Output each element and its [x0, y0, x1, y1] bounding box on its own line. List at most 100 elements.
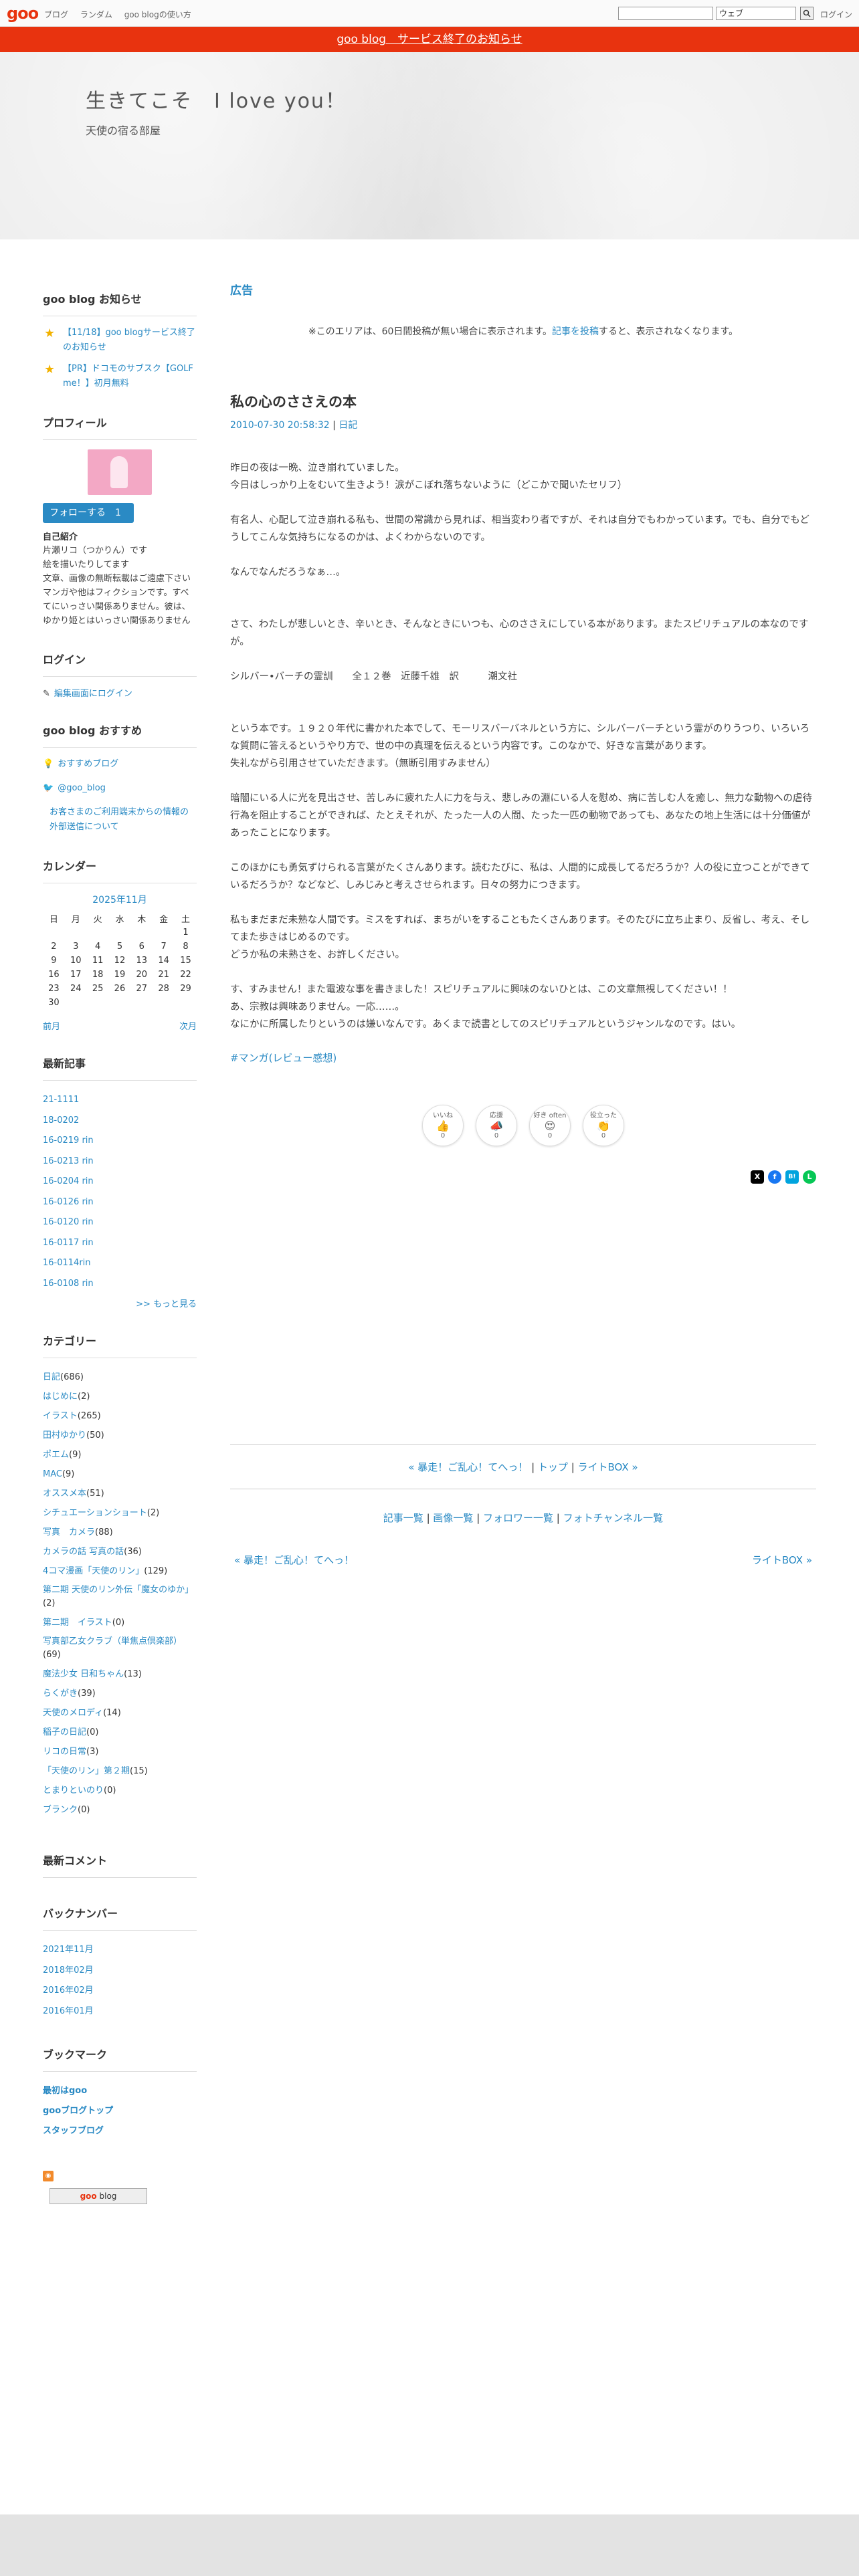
follower-list-link[interactable]: フォロワー一覧: [483, 1512, 553, 1524]
pager-top-link[interactable]: トップ: [538, 1461, 568, 1473]
backnumber-link[interactable]: 2016年02月: [43, 1985, 94, 1996]
category-link[interactable]: らくがき: [43, 1689, 78, 1699]
search-scope-select[interactable]: ウェブ: [716, 7, 796, 20]
blog-title[interactable]: 生きてこそ I love you！: [86, 84, 347, 114]
x-share-icon[interactable]: X: [751, 1170, 764, 1184]
calendar-day: 13: [136, 956, 148, 966]
recent-entry-link[interactable]: 16-0117 rin: [43, 1238, 94, 1248]
category-link[interactable]: イラスト: [43, 1411, 78, 1421]
nav-blog-link[interactable]: ブログ: [44, 10, 68, 19]
recommend-link[interactable]: お客さまのご利用端末からの情報の外部送信について: [50, 807, 189, 832]
bookmark-link[interactable]: gooブログトップ: [43, 2106, 113, 2116]
reaction-love-button[interactable]: 好き often 😍 0: [529, 1105, 571, 1146]
recent-entry-link[interactable]: 16-0114rin: [43, 1258, 91, 1268]
backnumber-link[interactable]: 2016年01月: [43, 2006, 94, 2016]
category-link[interactable]: 「天使のリン」第２期: [43, 1766, 130, 1776]
rss-icon[interactable]: ◉: [43, 2171, 54, 2181]
hatena-share-icon[interactable]: B!: [785, 1170, 799, 1184]
reaction-count: 0: [547, 1132, 553, 1140]
category-count: (0): [104, 1786, 116, 1796]
news-link[interactable]: 【PR】ドコモのサブスク【GOLF me！】初月無料: [63, 364, 193, 389]
category-count: (9): [62, 1469, 75, 1479]
backnumber-link[interactable]: 2021年11月: [43, 1945, 94, 1955]
line-share-icon[interactable]: L: [803, 1170, 816, 1184]
weekday: 金: [159, 915, 169, 925]
category-link[interactable]: カメラの話 写真の話: [43, 1547, 124, 1557]
category-link[interactable]: 4コマ漫画「天使のリン」: [43, 1566, 144, 1576]
list-links: 記事一覧 | 画像一覧 | フォロワー一覧 | フォトチャンネル一覧: [230, 1496, 816, 1539]
category-link[interactable]: ブランク: [43, 1805, 78, 1815]
bookmark-link[interactable]: 最初はgoo: [43, 2086, 87, 2096]
photo-channel-link[interactable]: フォトチャンネル一覧: [563, 1512, 664, 1524]
recent-entry-link[interactable]: 18-0202: [43, 1115, 79, 1125]
follow-button[interactable]: フォローする 1: [43, 503, 134, 523]
calendar-section: カレンダー 2025年11月 日 月 火 水 木 金 土 1 2345678 9…: [43, 857, 197, 1032]
recent-entry-link[interactable]: 16-0213 rin: [43, 1156, 94, 1166]
recent-entry-link[interactable]: 21-1111: [43, 1095, 79, 1105]
category-link[interactable]: 第二期 イラスト: [43, 1618, 112, 1628]
recent-more-link[interactable]: >> もっと見る: [136, 1299, 197, 1309]
category-count: (129): [144, 1566, 168, 1576]
category-link[interactable]: 天使のメロディ: [43, 1708, 103, 1718]
search-input[interactable]: [618, 7, 713, 20]
recent-entry-link[interactable]: 16-0219 rin: [43, 1136, 94, 1146]
search-icon: [803, 9, 811, 17]
nav-random-link[interactable]: ランダム: [80, 10, 112, 19]
ad-note: ※このエリアは、60日間投稿が無い場合に表示されます。記事を投稿すると、表示され…: [230, 324, 816, 338]
recent-entry-link[interactable]: 16-0120 rin: [43, 1217, 94, 1227]
edit-login-link[interactable]: 編集画面にログイン: [54, 689, 132, 699]
category-link[interactable]: とまりといのり: [43, 1786, 104, 1796]
category-link[interactable]: リコの日常: [43, 1747, 86, 1757]
nav-howto-link[interactable]: goo blogの使い方: [124, 10, 191, 19]
recent-entry-link[interactable]: 16-0204 rin: [43, 1176, 94, 1186]
list-item: 16-0219 rin: [43, 1131, 197, 1152]
category-link[interactable]: はじめに: [43, 1392, 78, 1402]
next-entry-link[interactable]: ライトBOX »: [752, 1553, 812, 1567]
category-link[interactable]: 第二期 天使のリン外伝「魔女のゆか」: [43, 1585, 193, 1595]
news-link[interactable]: 【11/18】goo blogサービス終了のお知らせ: [63, 328, 195, 352]
post-entry-link[interactable]: 記事を投稿: [552, 326, 599, 337]
search-button[interactable]: [800, 7, 814, 20]
entry-list-link[interactable]: 記事一覧: [383, 1512, 423, 1524]
entry-tag-link[interactable]: #マンガ(レビュー感想): [230, 1052, 337, 1064]
list-item: 写真 カメラ(88): [43, 1523, 197, 1542]
list-item: 2016年02月: [43, 1981, 197, 2002]
facebook-share-icon[interactable]: f: [768, 1170, 781, 1184]
login-link[interactable]: ログイン: [820, 9, 852, 20]
category-link[interactable]: 稲子の日記: [43, 1727, 86, 1737]
category-link[interactable]: ポエム: [43, 1450, 69, 1460]
calendar-prev-link[interactable]: 前月: [43, 1019, 60, 1032]
pager-prev-link[interactable]: « 暴走！ご乱心！てへっ！: [408, 1461, 528, 1473]
service-end-link[interactable]: goo blog サービス終了のお知らせ: [337, 33, 522, 46]
category-link[interactable]: 写真 カメラ: [43, 1527, 95, 1537]
links-separator: |: [473, 1512, 484, 1524]
category-link[interactable]: 田村ゆかり: [43, 1430, 86, 1440]
entry-category-link[interactable]: 日記: [339, 420, 357, 431]
backnumber-link[interactable]: 2018年02月: [43, 1965, 94, 1975]
bookmark-link[interactable]: スタッフブログ: [43, 2126, 104, 2136]
reaction-helpful-button[interactable]: 役立った 👏 0: [583, 1105, 624, 1146]
goo-logo[interactable]: goo: [7, 4, 39, 23]
calendar-next-link[interactable]: 次月: [179, 1019, 197, 1032]
entry-title[interactable]: 私の心のささえの本: [230, 391, 816, 411]
category-link[interactable]: 写真部乙女クラブ（単焦点倶楽部）: [43, 1636, 182, 1646]
reaction-cheer-button[interactable]: 応援 📣 0: [476, 1105, 517, 1146]
calendar-day: [65, 926, 87, 940]
recent-entry-link[interactable]: 16-0126 rin: [43, 1197, 94, 1207]
category-link[interactable]: MAC: [43, 1469, 62, 1479]
pager-next-link[interactable]: ライトBOX »: [578, 1461, 638, 1473]
category-link[interactable]: シチュエーションショート: [43, 1508, 147, 1518]
reaction-like-button[interactable]: いいね 👍 0: [422, 1105, 464, 1146]
calendar-month[interactable]: 2025年11月: [43, 893, 197, 906]
image-list-link[interactable]: 画像一覧: [433, 1512, 473, 1524]
category-link[interactable]: 日記: [43, 1372, 60, 1382]
recommend-link[interactable]: @goo_blog: [58, 783, 106, 793]
category-link[interactable]: オススメ本: [43, 1489, 86, 1499]
recent-entry-link[interactable]: 16-0108 rin: [43, 1279, 94, 1289]
category-link[interactable]: 魔法少女 日和ちゃん: [43, 1669, 124, 1679]
prev-entry-link[interactable]: « 暴走！ご乱心！てへっ！: [234, 1553, 354, 1567]
goo-blog-badge[interactable]: goo blog: [50, 2188, 147, 2204]
calendar-day: 12: [114, 956, 126, 966]
recommend-link[interactable]: おすすめブログ: [58, 759, 118, 769]
profile-avatar[interactable]: [88, 449, 152, 495]
